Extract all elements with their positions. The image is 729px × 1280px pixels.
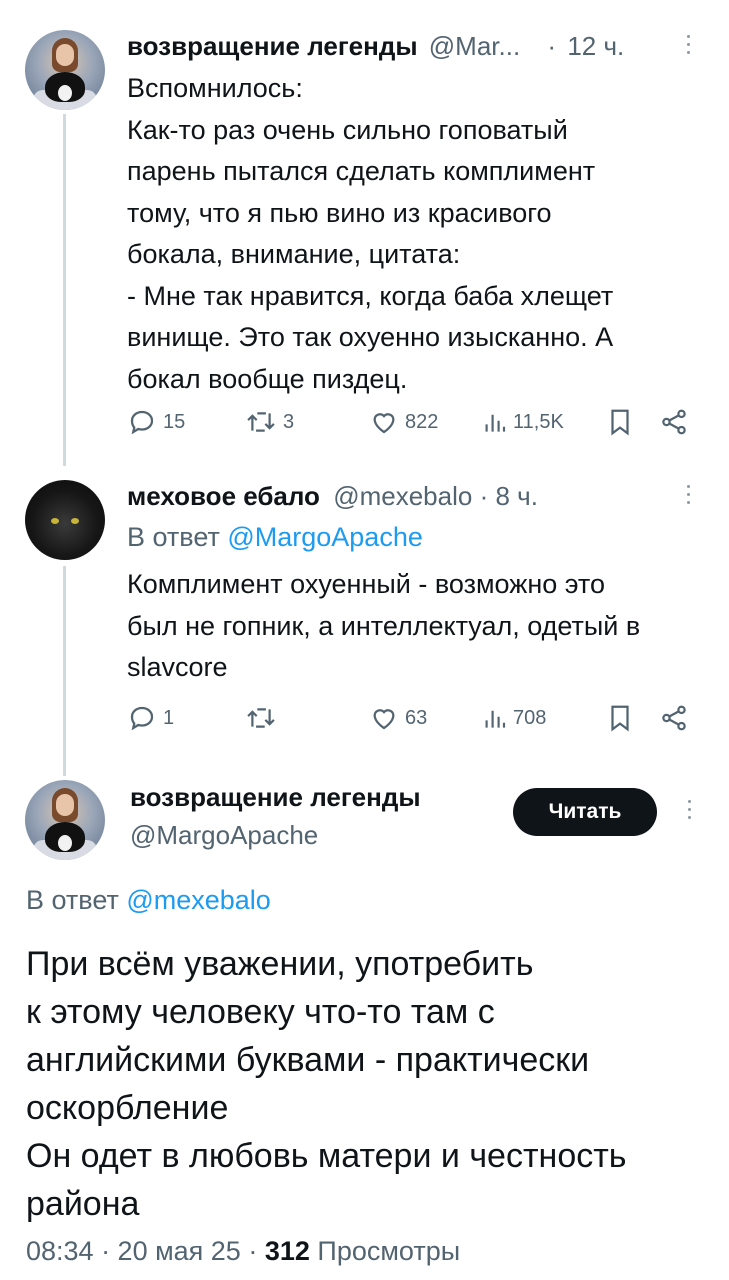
avatar[interactable] [25, 30, 105, 110]
share-button[interactable] [659, 407, 689, 437]
like-button[interactable]: 822 [369, 407, 438, 437]
tweet-header: меховое ебало @mexebalo · 8 ч. [127, 481, 538, 511]
reply-count: 1 [163, 706, 175, 729]
reply-button[interactable]: 15 [127, 407, 185, 437]
bookmark-button[interactable] [607, 703, 633, 733]
views-count: 312 [264, 1236, 310, 1266]
views-label: Просмотры [317, 1236, 461, 1266]
author-handle[interactable]: @mexebalo [333, 481, 472, 511]
bookmark-icon [611, 705, 629, 732]
timestamp[interactable]: 8 ч. [495, 481, 537, 511]
author-name[interactable]: возвращение легенды [127, 31, 418, 61]
repost-icon [247, 708, 275, 728]
bookmark-icon [611, 409, 629, 436]
views-count: 11,5K [513, 410, 564, 433]
like-count: 63 [405, 706, 428, 729]
tweet-actions: 1 63 708 [127, 703, 729, 737]
views-button[interactable]: 11,5K [483, 407, 564, 437]
reply-button[interactable]: 1 [127, 703, 174, 733]
timestamp[interactable]: 12 ч. [567, 31, 624, 61]
more-options-icon[interactable] [686, 800, 692, 819]
reply-context: В ответ @mexebalo [26, 885, 271, 915]
author-name[interactable]: возвращение легенды [130, 782, 421, 813]
reply-handle-link[interactable]: @MargoApache [227, 522, 423, 552]
thread-line [63, 114, 66, 466]
tweet-text: Комплимент охуенный - возможно это был н… [127, 569, 641, 682]
tweet-text: При всём уважении, употребить к этому че… [26, 945, 627, 1223]
views-icon [485, 710, 506, 728]
reply-icon [130, 706, 154, 731]
repost-icon [247, 412, 275, 432]
reply-icon [130, 410, 154, 435]
reply-handle-link[interactable]: @mexebalo [126, 885, 270, 915]
share-button[interactable] [659, 703, 689, 733]
tweet-header: возвращение легенды @Mar... · 12 ч. [127, 31, 625, 61]
author-name[interactable]: меховое ебало [127, 481, 320, 511]
like-button[interactable]: 63 [369, 703, 427, 733]
views-count: 708 [513, 706, 547, 729]
avatar[interactable] [25, 780, 105, 860]
follow-button[interactable]: Читать [513, 788, 657, 836]
author-handle[interactable]: @MargoApache [130, 820, 318, 851]
like-icon [373, 709, 395, 730]
reply-count: 15 [163, 410, 186, 433]
repost-button[interactable] [245, 703, 283, 733]
thread-line [63, 566, 66, 776]
like-count: 822 [405, 410, 439, 433]
tweet-text: Вспомнилось: Как-то раз очень сильно гоп… [127, 73, 614, 394]
reply-context: В ответ @MargoApache [127, 522, 423, 552]
share-icon [662, 409, 686, 435]
more-options-icon[interactable] [685, 485, 691, 504]
more-options-icon[interactable] [685, 35, 691, 54]
avatar[interactable] [25, 480, 105, 560]
repost-button[interactable]: 3 [245, 407, 294, 437]
repost-count: 3 [283, 410, 295, 433]
views-button[interactable]: 708 [483, 703, 546, 733]
tweet-meta: 08:34 · 20 мая 25 · 312 Просмотры [26, 1236, 460, 1267]
share-icon [662, 705, 686, 731]
views-icon [485, 414, 506, 432]
tweet-actions: 15 3 822 11,5K [127, 407, 729, 441]
timestamp[interactable]: 08:34 · 20 мая 25 · [26, 1236, 257, 1266]
bookmark-button[interactable] [607, 407, 633, 437]
author-handle[interactable]: @Mar... [429, 31, 520, 61]
like-icon [373, 413, 395, 434]
